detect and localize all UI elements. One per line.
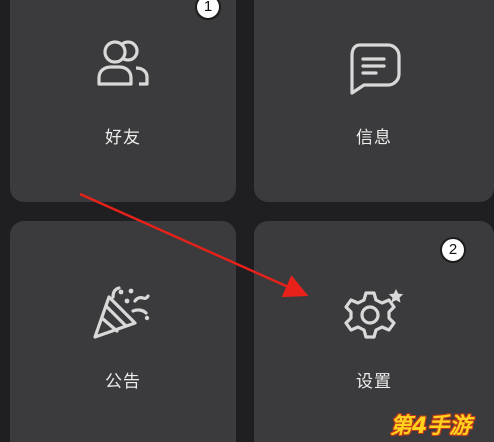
gear-icon [342,287,406,347]
notices-tile[interactable]: 公告 [10,221,236,442]
messages-tile[interactable]: 信息 [254,0,494,202]
friends-tile[interactable]: 好友 [10,0,236,202]
users-icon [93,38,153,92]
party-popper-icon [91,285,155,345]
settings-label: 设置 [356,372,392,392]
friends-label: 好友 [105,128,141,148]
message-icon [346,42,402,100]
watermark-logo: 第4手游 [390,414,472,439]
step-2-badge: 2 [440,237,466,263]
messages-label: 信息 [356,128,392,148]
app-menu-screen: 好友 信息 公告 设置 1 2 第4手游 [0,0,494,442]
notices-label: 公告 [105,372,141,392]
